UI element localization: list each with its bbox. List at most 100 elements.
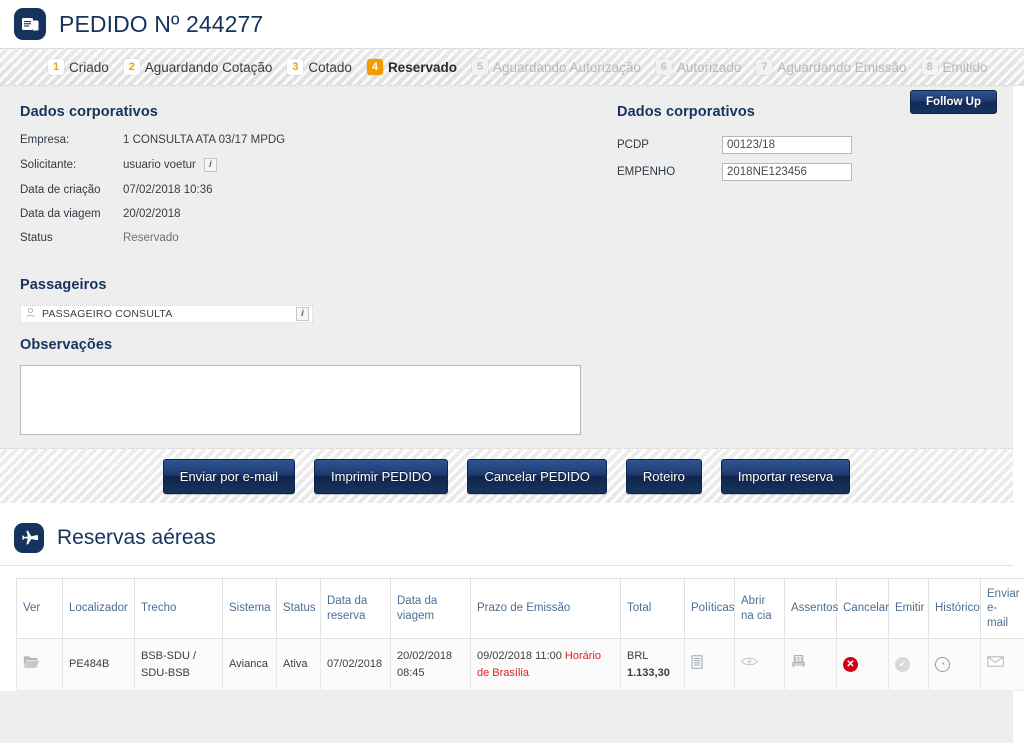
step-label: Emitido [942,59,988,75]
observations-section: Observações [20,337,620,435]
field-data-viagem: Data da viagem 20/02/2018 [20,208,580,220]
cell-enviar-email[interactable] [980,638,1024,692]
passengers-section: Passageiros PASSAGEIRO CONSULTA i [20,277,620,323]
cancel-circle-icon[interactable]: ✕ [843,656,858,672]
step-number: 5 [471,59,488,75]
step-cotado[interactable]: 3 Cotado [287,59,352,75]
step-label: Reservado [387,59,457,75]
field-row-empenho: EMPENHO [617,163,997,181]
info-icon[interactable]: i [296,307,309,321]
person-icon [26,307,35,321]
col-prazo-emissao: Prazo de Emissão [470,577,621,640]
envelope-icon[interactable] [987,656,1004,673]
clock-icon[interactable]: ◔ [935,656,950,672]
step-emitido[interactable]: 8 Emitido [921,59,988,75]
page-header: PEDIDO Nº 244277 [0,0,1024,48]
folder-open-icon[interactable] [23,655,40,675]
step-number: 6 [655,59,672,75]
col-total: Total [620,577,685,640]
field-label: Solicitante: [20,159,77,171]
cancelar-pedido-button[interactable]: Cancelar PEDIDO [467,458,607,494]
col-status: Status [276,577,321,640]
step-label: Aguardando Emissão [777,59,907,75]
follow-up-button[interactable]: Follow Up [910,90,997,114]
step-label: Aguardando Cotação [144,59,273,75]
table-header-row: Ver Localizador Trecho Sistema Status Da… [16,577,1024,640]
col-politicas: Políticas [684,577,735,640]
bottom-filler [0,691,1013,744]
cell-assentos[interactable] [784,638,837,692]
step-criado[interactable]: 1 Criado [48,59,109,75]
cell-data-viagem: 20/02/2018 08:45 [390,638,471,692]
check-circle-disabled-icon: ✔ [895,656,910,672]
col-abrir-na-cia: Abrir na cia [734,577,785,640]
cell-ver[interactable] [16,638,63,692]
cell-prazo-emissao: 09/02/2018 11:00 Horário de Brasília [470,638,621,692]
eye-icon[interactable] [741,656,758,673]
info-icon[interactable]: i [203,158,217,172]
col-localizador: Localizador [62,577,135,640]
page-title: PEDIDO Nº 244277 [59,10,264,37]
step-number: 1 [48,59,64,75]
status-badge: Reservado [123,232,179,244]
passenger-list-item[interactable]: PASSAGEIRO CONSULTA i [20,305,313,323]
page-root: PEDIDO Nº 244277 1 Criado 2 Aguardando C… [0,0,1024,747]
col-enviar-email: Enviar e-mail [980,577,1024,640]
field-value: 20/02/2018 [123,208,181,220]
imprimir-pedido-button[interactable]: Imprimir PEDIDO [314,458,449,494]
step-reservado[interactable]: 4 Reservado [366,59,457,75]
field-solicitante: Solicitante: usuario voetur i [20,158,580,172]
cell-sistema: Avianca [222,638,277,692]
table-row: PE484B BSB-SDU / SDU-BSB Avianca Ativa 0… [16,638,1024,692]
cell-emitir: ✔ [888,638,929,692]
field-label: Status [20,232,53,244]
air-reservations-title: Reservas aéreas [57,526,216,549]
cell-historico[interactable]: ◔ [928,638,981,692]
cell-total: BRL 1.133,30 [620,638,685,692]
cell-data-reserva: 07/02/2018 [320,638,391,692]
corporate-data-left: Dados corporativos Empresa: 1 CONSULTA A… [20,104,580,256]
col-data-reserva: Data da reserva [320,577,391,640]
field-label: Data da viagem [20,208,101,220]
cell-politicas[interactable] [684,638,735,692]
air-reservations-table-wrap: Ver Localizador Trecho Sistema Status Da… [0,566,1024,692]
list-document-icon[interactable] [691,655,703,675]
pcdp-label: PCDP [617,139,649,151]
field-empresa: Empresa: 1 CONSULTA ATA 03/17 MPDG [20,134,580,146]
importar-reserva-button[interactable]: Importar reserva [720,458,851,494]
field-value: usuario voetur [123,159,196,171]
step-number: 8 [921,59,938,75]
empenho-input[interactable] [722,163,852,181]
field-status: Status Reservado [20,232,580,244]
cell-abrir-na-cia[interactable] [734,638,785,692]
step-autorizado[interactable]: 6 Autorizado [655,59,741,75]
col-historico: Histórico [928,577,981,640]
cell-cancelar[interactable]: ✕ [836,638,889,692]
enviar-por-email-button[interactable]: Enviar por e-mail [162,458,296,494]
roteiro-button[interactable]: Roteiro [625,458,702,494]
field-data-criacao: Data de criação 07/02/2018 10:36 [20,184,580,196]
seat-icon[interactable] [791,654,806,675]
field-label: Data de criação [20,184,101,196]
field-value: 07/02/2018 10:36 [123,184,213,196]
observations-textarea[interactable] [20,365,581,435]
pcdp-input[interactable] [722,136,852,154]
field-label: Empresa: [20,134,70,146]
col-cancelar: Cancelar [836,577,889,640]
step-aguardando-autorizacao[interactable]: 5 Aguardando Autorização [471,59,641,75]
step-number: 2 [123,59,140,75]
order-details-panel: Dados corporativos Empresa: 1 CONSULTA A… [0,86,1013,503]
order-status-stepper: 1 Criado 2 Aguardando Cotação 3 Cotado 4… [0,48,1024,86]
step-number: 3 [287,59,304,75]
section-title-passengers: Passageiros [20,277,107,293]
step-label: Cotado [308,59,352,75]
step-number: 7 [756,59,773,75]
step-aguardando-cotacao[interactable]: 2 Aguardando Cotação [123,59,273,75]
step-label: Criado [69,59,109,75]
section-title-corporate-left: Dados corporativos [20,104,158,120]
col-ver: Ver [16,577,63,640]
field-row-pcdp: PCDP [617,136,997,154]
cell-localizador: PE484B [62,638,135,692]
step-number: 4 [366,59,383,75]
step-aguardando-emissao[interactable]: 7 Aguardando Emissão [756,59,907,75]
